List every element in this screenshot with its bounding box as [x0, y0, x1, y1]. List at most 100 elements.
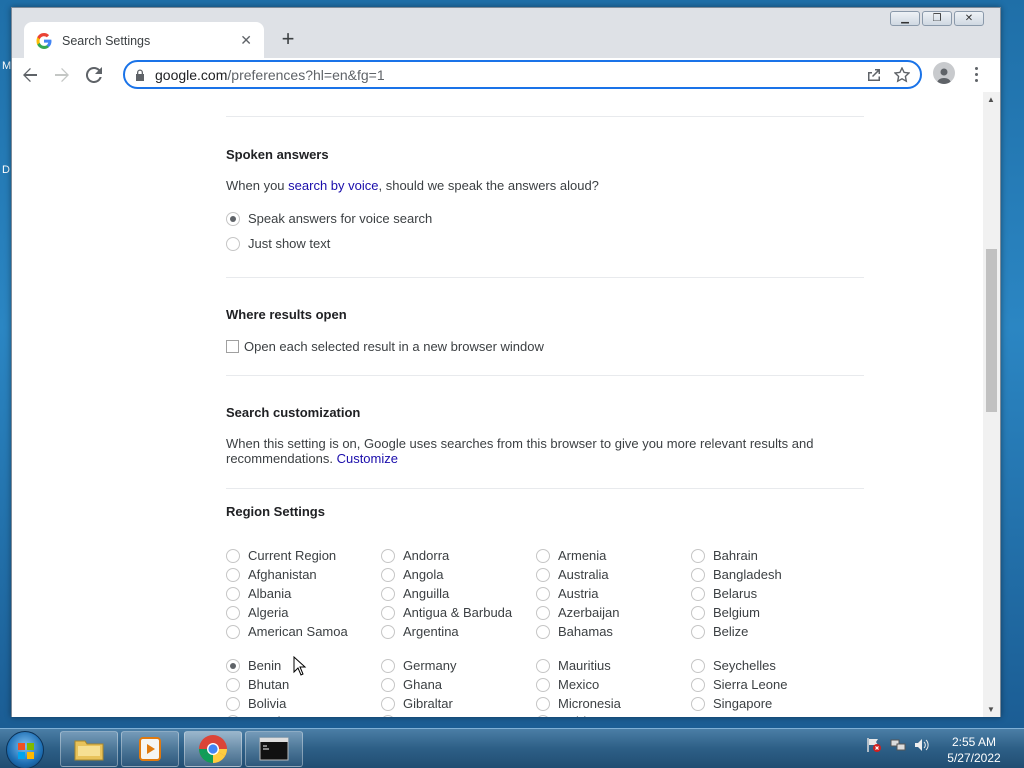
region-option[interactable]: American Samoa	[226, 622, 381, 641]
radio-button[interactable]	[536, 696, 550, 711]
region-option[interactable]: Mauritius	[536, 656, 691, 675]
radio-button[interactable]	[691, 658, 705, 673]
radio-button[interactable]	[691, 677, 705, 692]
radio-speak-answers[interactable]: Speak answers for voice search	[226, 206, 432, 231]
share-icon[interactable]	[866, 67, 882, 83]
region-option[interactable]	[691, 712, 846, 717]
region-option[interactable]: Azerbaijan	[536, 603, 691, 622]
new-window-checkbox-row[interactable]: Open each selected result in a new brows…	[226, 334, 544, 359]
radio-button[interactable]	[536, 624, 550, 639]
radio-button[interactable]	[536, 567, 550, 582]
taskbar-command-prompt[interactable]	[245, 731, 303, 767]
region-option[interactable]: Andorra	[381, 546, 536, 565]
radio-button[interactable]	[381, 677, 395, 692]
action-center-flag-icon[interactable]	[866, 737, 882, 753]
radio-button[interactable]	[226, 548, 240, 563]
region-option[interactable]: Ghana	[381, 675, 536, 694]
radio-button[interactable]	[381, 567, 395, 582]
region-option[interactable]: Belarus	[691, 584, 846, 603]
region-option[interactable]: Germany	[381, 656, 536, 675]
region-option[interactable]: Mexico	[536, 675, 691, 694]
region-option[interactable]: Argentina	[381, 622, 536, 641]
radio-button[interactable]	[536, 677, 550, 692]
scroll-up-arrow-icon[interactable]: ▲	[987, 95, 995, 104]
region-option[interactable]: G	[381, 712, 536, 717]
browser-menu-button[interactable]	[968, 62, 984, 86]
radio-button[interactable]	[536, 605, 550, 620]
radio-button[interactable]	[226, 567, 240, 582]
search-by-voice-link[interactable]: search by voice	[288, 178, 378, 193]
radio-button[interactable]	[226, 677, 240, 692]
region-option[interactable]: Micronesia	[536, 694, 691, 713]
volume-icon[interactable]	[914, 737, 930, 753]
radio-button[interactable]	[226, 211, 240, 226]
region-option[interactable]: Bhutan	[226, 675, 381, 694]
region-option[interactable]: Belgium	[691, 603, 846, 622]
start-button[interactable]	[6, 731, 44, 768]
restore-button[interactable]: ❐	[922, 11, 952, 26]
forward-button[interactable]	[48, 61, 76, 89]
region-option[interactable]: Albania	[226, 584, 381, 603]
radio-button[interactable]	[226, 586, 240, 601]
radio-button[interactable]	[691, 567, 705, 582]
region-option[interactable]: Current Region	[226, 546, 381, 565]
radio-button[interactable]	[226, 696, 240, 711]
region-option[interactable]: Bangladesh	[691, 565, 846, 584]
radio-button[interactable]	[536, 714, 550, 717]
radio-button[interactable]	[691, 624, 705, 639]
radio-button[interactable]	[381, 714, 395, 717]
close-window-button[interactable]: ✕	[954, 11, 984, 26]
radio-button[interactable]	[536, 548, 550, 563]
radio-button[interactable]	[691, 605, 705, 620]
radio-just-show-text[interactable]: Just show text	[226, 231, 330, 256]
desktop-icon-label[interactable]: M	[2, 60, 11, 72]
region-option[interactable]: Angola	[381, 565, 536, 584]
scroll-thumb[interactable]	[986, 249, 997, 412]
region-option[interactable]: Bahrain	[691, 546, 846, 565]
radio-button[interactable]	[381, 548, 395, 563]
taskbar-media-player[interactable]	[121, 731, 179, 767]
radio-button[interactable]	[381, 586, 395, 601]
taskbar-file-explorer[interactable]	[60, 731, 118, 767]
reload-button[interactable]	[80, 61, 108, 89]
region-option[interactable]: Anguilla	[381, 584, 536, 603]
radio-button[interactable]	[381, 624, 395, 639]
radio-button[interactable]	[226, 236, 240, 251]
region-option[interactable]: Mold	[536, 712, 691, 717]
back-button[interactable]	[16, 61, 44, 89]
radio-button[interactable]	[381, 605, 395, 620]
radio-button[interactable]	[226, 658, 240, 673]
minimize-button[interactable]: ▁	[890, 11, 920, 26]
scroll-down-arrow-icon[interactable]: ▼	[987, 705, 995, 714]
page-scrollbar[interactable]: ▲ ▼	[983, 92, 1000, 717]
radio-button[interactable]	[381, 658, 395, 673]
region-option[interactable]: Austria	[536, 584, 691, 603]
address-bar[interactable]: google.com/preferences?hl=en&fg=1	[123, 60, 922, 89]
desktop-icon-label[interactable]: D	[2, 164, 10, 176]
taskbar-chrome[interactable]	[184, 731, 242, 767]
radio-button[interactable]	[691, 548, 705, 563]
radio-button[interactable]	[691, 696, 705, 711]
radio-button[interactable]	[381, 696, 395, 711]
profile-avatar[interactable]	[933, 62, 955, 84]
radio-button[interactable]	[536, 658, 550, 673]
region-option[interactable]: Bosnia &	[226, 712, 381, 717]
radio-button[interactable]	[691, 586, 705, 601]
network-icon[interactable]	[890, 737, 906, 753]
radio-button[interactable]	[536, 586, 550, 601]
radio-button[interactable]	[226, 714, 240, 717]
region-option[interactable]: Afghanistan	[226, 565, 381, 584]
customize-link[interactable]: Customize	[337, 451, 398, 466]
region-option[interactable]: Belize	[691, 622, 846, 641]
region-option[interactable]: Bolivia	[226, 694, 381, 713]
region-option[interactable]: Australia	[536, 565, 691, 584]
region-option[interactable]: Seychelles	[691, 656, 846, 675]
radio-button[interactable]	[226, 624, 240, 639]
region-option[interactable]: Armenia	[536, 546, 691, 565]
region-option[interactable]: Antigua & Barbuda	[381, 603, 536, 622]
new-window-checkbox[interactable]	[226, 340, 239, 353]
close-tab-icon[interactable]: ✕	[240, 32, 252, 49]
region-option[interactable]: Singapore	[691, 694, 846, 713]
radio-button[interactable]	[226, 605, 240, 620]
tab-search-settings[interactable]: Search Settings ✕	[24, 22, 264, 59]
